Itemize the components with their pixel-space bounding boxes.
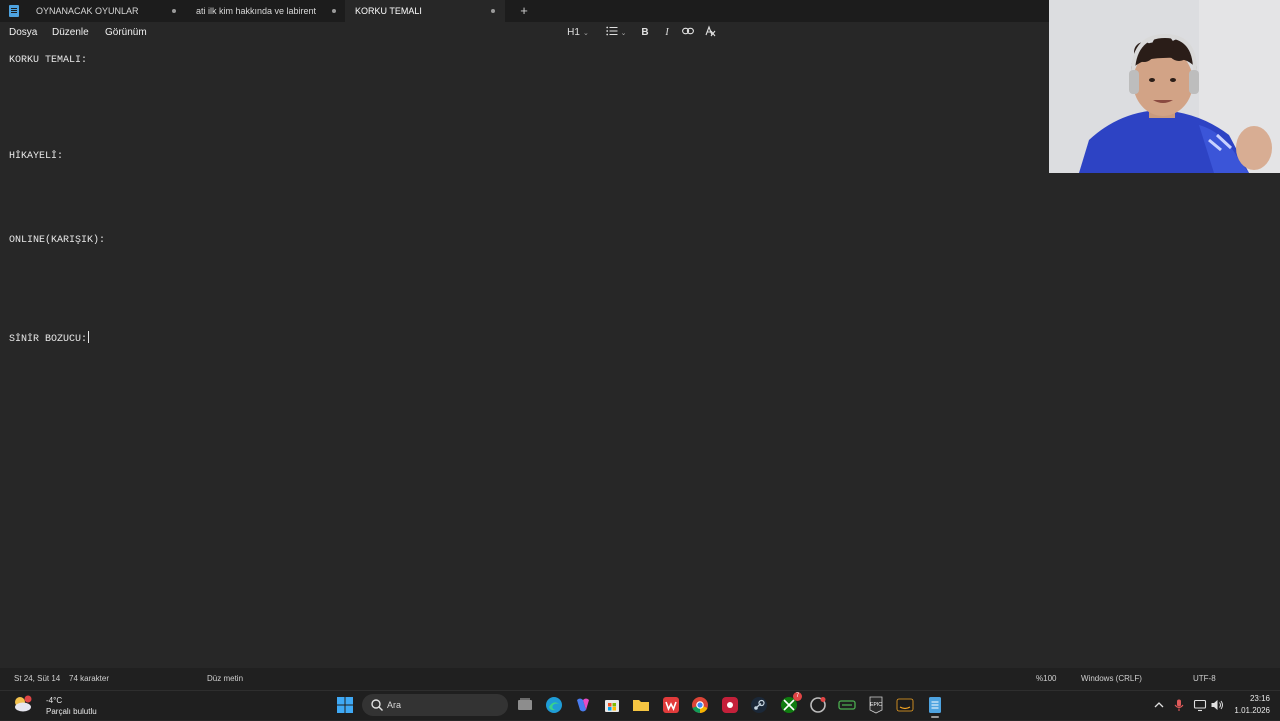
weather-widget[interactable]: -4°C Parçalı bulutlu [12,693,112,719]
menu-file[interactable]: Dosya [9,22,37,44]
document-line: HİKAYELİ: [9,151,64,162]
encoding[interactable]: UTF-8 [1193,668,1216,690]
taskbar-search[interactable]: Ara [362,694,508,716]
heading-label: H1 [567,27,580,38]
cursor-position: St 24, Süt 14 [14,674,61,683]
link-button[interactable] [682,25,694,41]
windows-start-icon[interactable] [336,696,354,714]
tab-oynanacak-oyunlar[interactable]: OYNANACAK OYUNLAR [26,0,186,22]
zoom-level[interactable]: %100 [1036,668,1056,690]
link-icon [682,27,694,35]
character-count: 74 karakter [69,674,110,683]
tab-label: KORKU TEMALI [355,6,422,16]
clear-formatting-button[interactable] [703,25,717,41]
document-line-text: SİNİR BOZUCU: [9,334,88,345]
tab-labirent[interactable]: ati ilk kim hakkında ve labirent [186,0,346,22]
clear-formatting-icon [705,25,716,37]
weather-temperature: -4°C [46,696,63,705]
streamer-picture [1049,0,1280,173]
unsaved-dot-icon[interactable] [491,9,495,13]
copilot-icon[interactable] [574,696,592,714]
chrome-icon[interactable] [691,696,709,714]
clock-time[interactable]: 23:16 [1230,694,1270,703]
steam-icon[interactable] [750,696,768,714]
notepad-app-icon [9,5,19,17]
document-line: ONLINE(KARIŞIK): [9,235,106,246]
status-bar: St 24, Süt 14 74 karakter Düz metin %100… [0,668,1280,690]
microsoft-store-icon[interactable] [603,696,621,714]
tab-korku-temali[interactable]: KORKU TEMALI [345,0,505,22]
microphone-icon[interactable] [1172,698,1186,712]
partly-cloudy-icon [15,695,32,712]
epic-games-icon[interactable]: EPIC [867,696,885,714]
notepad-taskbar-button[interactable] [926,696,944,718]
bullet-list-icon [605,26,618,36]
task-view-icon[interactable] [516,696,534,714]
edge-browser-icon[interactable] [545,696,563,714]
italic-button[interactable]: I [662,25,672,41]
chevron-down-icon: ⌄ [582,30,589,37]
search-icon [371,699,383,711]
svg-text:EPIC: EPIC [870,702,882,708]
webcam-overlay [1049,0,1280,173]
network-icon[interactable] [1193,698,1207,712]
text-format[interactable]: Düz metin [207,668,243,690]
unsaved-dot-icon[interactable] [332,9,336,13]
text-cursor [88,331,90,343]
document-line: KORKU TEMALI: [9,55,88,66]
notification-badge: 7 [793,692,802,701]
xbox-app[interactable]: 7 [780,692,802,714]
app-green-icon[interactable] [838,696,856,714]
tab-label: ati ilk kim hakkında ve labirent [196,6,317,16]
app-red-icon[interactable] [721,696,739,714]
chevron-down-icon: ⌄ [620,30,627,37]
unsaved-dot-icon[interactable] [172,9,176,13]
windows-taskbar: -4°C Parçalı bulutlu Ara 7 EPIC 23:16 1.… [0,690,1280,720]
chevron-up-icon[interactable] [1152,698,1166,712]
clock-date[interactable]: 1.01.2026 [1226,706,1270,715]
list-dropdown[interactable]: ⌄ [603,25,629,41]
line-endings[interactable]: Windows (CRLF) [1081,668,1142,690]
wps-office-icon[interactable] [662,696,680,714]
tab-label: OYNANACAK OYUNLAR [36,6,139,16]
bold-button[interactable]: B [640,25,650,41]
file-explorer-icon[interactable] [632,696,650,714]
notepad-icon [929,697,941,713]
weather-description: Parçalı bulutlu [46,707,97,716]
heading-dropdown[interactable]: H1 ⌄ [566,25,590,41]
app-circle-icon[interactable] [809,696,827,714]
plus-icon[interactable]: + [516,3,532,19]
menu-edit[interactable]: Düzenle [52,22,89,44]
document-line-current: SİNİR BOZUCU: [9,331,90,345]
amazon-games-icon[interactable] [896,696,914,714]
menu-view[interactable]: Görünüm [105,22,147,44]
volume-icon[interactable] [1210,698,1224,712]
search-placeholder: Ara [387,700,402,710]
